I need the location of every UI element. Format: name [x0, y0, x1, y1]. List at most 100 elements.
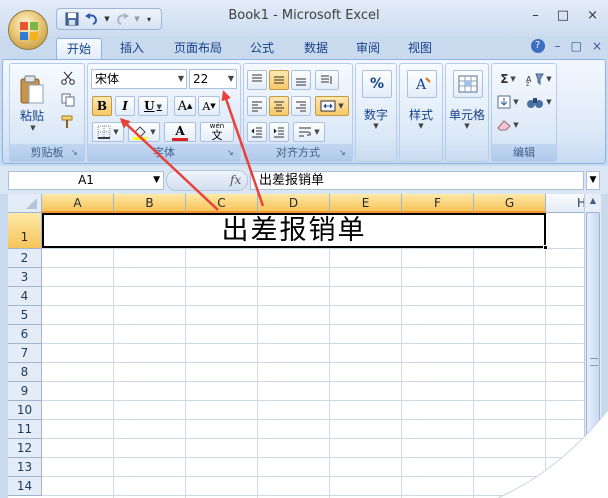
- fill-handle[interactable]: [543, 245, 548, 250]
- align-top-button[interactable]: [247, 70, 267, 90]
- styles-dropdown-icon[interactable]: ▼: [400, 122, 442, 130]
- row-header-14[interactable]: 14: [8, 477, 42, 496]
- row-header-2[interactable]: 2: [8, 249, 42, 268]
- font-color-button[interactable]: A: [164, 122, 196, 142]
- maximize-button[interactable]: □: [557, 8, 569, 23]
- align-center-button[interactable]: [269, 96, 289, 116]
- tab-page-layout[interactable]: 页面布局: [164, 38, 232, 60]
- close-button[interactable]: ×: [587, 8, 598, 23]
- font-name-combo[interactable]: 宋体 ▼: [91, 69, 187, 89]
- cells-button[interactable]: [453, 70, 483, 98]
- font-launcher-icon[interactable]: ↘: [227, 148, 237, 158]
- name-box[interactable]: A1 ▼: [8, 171, 164, 190]
- row-header-12[interactable]: 12: [8, 439, 42, 458]
- ribbon-minimize-button[interactable]: –: [555, 39, 561, 53]
- row-header-13[interactable]: 13: [8, 458, 42, 477]
- select-all-corner[interactable]: [8, 194, 42, 213]
- fill-color-button[interactable]: ▼: [128, 122, 160, 142]
- grow-font-button[interactable]: A ▲: [174, 96, 196, 116]
- sort-filter-button[interactable]: A Z ▼: [524, 69, 554, 89]
- column-header-b[interactable]: B: [114, 194, 186, 213]
- bold-button[interactable]: B: [92, 96, 112, 116]
- row-header-4[interactable]: 4: [8, 287, 42, 306]
- decrease-indent-button[interactable]: [247, 122, 267, 142]
- clear-button[interactable]: ▼: [495, 115, 521, 135]
- insert-function-button[interactable]: fx: [230, 173, 241, 187]
- paste-button[interactable]: 粘贴 ▼: [14, 68, 50, 138]
- undo-icon[interactable]: [83, 10, 101, 28]
- alignment-launcher-icon[interactable]: ↘: [339, 148, 349, 158]
- scroll-up-icon[interactable]: ▲: [585, 196, 601, 210]
- column-header-c[interactable]: C: [186, 194, 258, 213]
- help-icon[interactable]: ?: [530, 39, 545, 53]
- column-header-f[interactable]: F: [402, 194, 474, 213]
- row-header-5[interactable]: 5: [8, 306, 42, 325]
- vertical-scrollbar[interactable]: ▲: [584, 194, 601, 498]
- borders-button[interactable]: ▼: [92, 122, 124, 142]
- align-left-button[interactable]: [247, 96, 267, 116]
- merge-center-button[interactable]: ▼: [315, 96, 349, 116]
- align-middle-button[interactable]: [269, 70, 289, 90]
- column-header-d[interactable]: D: [258, 194, 330, 213]
- align-right-button[interactable]: [291, 96, 311, 116]
- font-size-combo[interactable]: 22 ▼: [189, 69, 237, 89]
- row-header-9[interactable]: 9: [8, 382, 42, 401]
- row-header-10[interactable]: 10: [8, 401, 42, 420]
- cells-dropdown-icon[interactable]: ▼: [446, 122, 488, 130]
- name-box-dropdown-icon[interactable]: ▼: [153, 172, 160, 189]
- fill-button[interactable]: ▼: [495, 92, 521, 112]
- styles-icon: A: [415, 77, 431, 93]
- customize-icon[interactable]: ▾: [143, 10, 155, 28]
- scrollbar-thumb[interactable]: [586, 212, 600, 488]
- formula-input[interactable]: 出差报销单: [250, 171, 584, 190]
- column-header-e[interactable]: E: [330, 194, 402, 213]
- ribbon-close-button[interactable]: ×: [592, 39, 602, 53]
- increase-indent-button[interactable]: [269, 122, 289, 142]
- orientation-button[interactable]: [315, 70, 339, 90]
- undo-dropdown-icon[interactable]: ▼: [103, 10, 111, 28]
- cut-button[interactable]: [58, 69, 78, 87]
- format-painter-button[interactable]: [58, 113, 78, 131]
- column-header-h[interactable]: H: [546, 194, 584, 213]
- minimize-button[interactable]: –: [532, 8, 539, 23]
- tab-review[interactable]: 审阅: [346, 38, 390, 60]
- merged-cell-a1[interactable]: 出差报销单: [42, 213, 546, 248]
- worksheet-grid[interactable]: A B C D E F G H 1 2 3 4 5 6 7 8 9 10 11 …: [8, 194, 584, 498]
- row-header-1[interactable]: 1: [8, 213, 42, 249]
- redo-icon[interactable]: [113, 10, 131, 28]
- font-name-dropdown-icon[interactable]: ▼: [178, 70, 184, 88]
- redo-dropdown-icon[interactable]: ▼: [133, 10, 141, 28]
- office-button[interactable]: [8, 10, 48, 50]
- wrap-text-button[interactable]: ▼: [293, 122, 325, 142]
- row-header-7[interactable]: 7: [8, 344, 42, 363]
- row-header-3[interactable]: 3: [8, 268, 42, 287]
- phonetic-guide-button[interactable]: wén 文: [200, 122, 234, 142]
- tab-view[interactable]: 视图: [398, 38, 442, 60]
- italic-button[interactable]: I: [115, 96, 135, 116]
- paint-bucket-icon: [133, 126, 148, 140]
- align-bottom-button[interactable]: [291, 70, 311, 90]
- cells-label: 单元格: [448, 108, 485, 122]
- number-format-button[interactable]: %: [362, 70, 392, 98]
- shrink-font-button[interactable]: A ▼: [198, 96, 220, 116]
- underline-button[interactable]: U ▼: [138, 96, 168, 116]
- tab-home[interactable]: 开始: [56, 38, 103, 60]
- tab-formulas[interactable]: 公式: [240, 38, 284, 60]
- styles-button[interactable]: A: [407, 70, 437, 98]
- find-select-button[interactable]: ▼: [524, 92, 554, 112]
- column-header-g[interactable]: G: [474, 194, 546, 213]
- column-header-a[interactable]: A: [42, 194, 114, 213]
- save-icon[interactable]: [63, 10, 81, 28]
- ribbon-restore-button[interactable]: □: [571, 39, 582, 53]
- row-header-11[interactable]: 11: [8, 420, 42, 439]
- tab-insert[interactable]: 插入: [110, 38, 154, 60]
- row-header-8[interactable]: 8: [8, 363, 42, 382]
- autosum-button[interactable]: Σ ▼: [495, 69, 521, 89]
- clipboard-launcher-icon[interactable]: ↘: [71, 148, 81, 158]
- font-size-dropdown-icon[interactable]: ▼: [228, 70, 234, 88]
- formula-expand-icon[interactable]: ▼: [586, 171, 600, 190]
- copy-button[interactable]: [58, 91, 78, 109]
- row-header-6[interactable]: 6: [8, 325, 42, 344]
- number-dropdown-icon[interactable]: ▼: [356, 122, 396, 130]
- tab-data[interactable]: 数据: [294, 38, 338, 60]
